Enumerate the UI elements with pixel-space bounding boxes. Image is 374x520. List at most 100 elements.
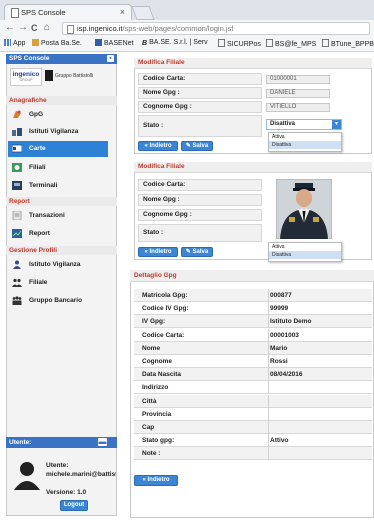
battistolli-emblem-icon [45,70,53,81]
detail-row: Città [134,394,372,408]
sidebar-item-transazioni[interactable]: Transazioni [8,208,108,224]
sidebar-item-filiali[interactable]: Filiali [8,160,108,176]
bookmark-posta[interactable]: Posta Ba.Se. [32,39,82,47]
page-info-icon [67,25,74,34]
bookmark-apps[interactable]: App [4,39,25,47]
detail-label: Provincia [142,410,172,418]
option-attiva[interactable]: Attiva [269,133,341,141]
base-logo-icon: B [142,40,148,47]
back-button-1[interactable]: « Indietro [138,141,178,151]
column-divider [268,302,269,316]
label-cognome-gpg-2: Cognome Gpg : [138,209,262,221]
option-attiva-2[interactable]: Attiva [269,243,341,251]
column-divider [268,394,269,408]
user-panel-header: Utente: ▬ [6,437,117,448]
reload-icon[interactable]: C [31,23,38,33]
page-icon [11,8,19,18]
detail-label: Nome [142,344,161,352]
detail-label: Data Nascita [142,371,182,379]
back-icon[interactable]: ← [5,22,15,33]
browser-tab[interactable]: SPS Console × [4,4,132,20]
bookmark-base-srl[interactable]: B BA.SE. S.r.l. | Serv [142,39,208,47]
detail-row: Matricola Gpg: 000877 [134,289,372,302]
page-icon [218,39,225,47]
detail-value: 000877 [270,292,292,299]
detail-back-button[interactable]: « Indietro [134,475,178,486]
save-button-1[interactable]: ✎ Salva [181,141,213,151]
minimize-icon[interactable]: ▬ [98,438,107,446]
ingenico-logo: ingenico GROUP [10,68,42,86]
nome-gpg-field[interactable]: DANIELE [266,89,330,98]
back-button-2[interactable]: « Indietro [138,247,178,257]
section-report: Report [6,197,117,206]
forward-icon[interactable]: → [18,22,28,33]
terminal-icon [12,181,22,190]
detail-row: Data Nascita 08/04/2016 [134,368,372,382]
column-divider [268,355,269,368]
detail-value: 00001003 [270,331,299,339]
stato-select[interactable]: Disattiva ▼ [266,119,342,130]
column-divider [268,289,269,302]
sidebar-item-filiale[interactable]: Filiale [8,275,108,291]
detail-row: Cap [134,421,372,434]
column-divider [268,341,269,355]
option-disattiva-2[interactable]: Disattiva [269,251,341,259]
guard-icon [13,260,21,269]
edit-panel-2-title: Modifica Filiale [134,162,372,173]
label-nome-gpg-2: Nome Gpg : [138,194,262,206]
logout-button[interactable]: Logout [60,500,88,511]
label-nome-gpg: Nome Gpg : [138,87,262,99]
sidebar-item-istituto-vigilanza[interactable]: Istituto Vigilanza [8,257,108,273]
branch-icon [12,163,22,172]
detail-row: Nome Mario [134,341,372,355]
collapse-icon[interactable]: ▪ [107,55,114,62]
bookmark-sicurpos[interactable]: SICURPos [218,39,261,48]
page-icon [322,39,329,47]
column-divider [268,421,269,434]
bookmark-basenet[interactable]: BASENet [95,39,134,47]
label-stato: Stato : [138,115,262,137]
cognome-gpg-field[interactable]: VITIELLO [266,103,330,112]
home-icon[interactable]: ⌂ [44,22,50,33]
label-cognome-gpg: Cognome Gpg : [138,101,262,113]
sidebar-item-terminali[interactable]: Terminali [8,178,108,194]
user-email: michele.marini@battisto [46,471,116,478]
tab-close-icon[interactable]: × [120,7,125,17]
stato-dropdown-list: Attiva Disattiva [268,132,342,152]
detail-label: Indirizzo [142,384,169,392]
detail-row: Indirizzo [134,381,372,395]
sidebar-item-istituti-vigilanza[interactable]: Istituti Vigilanza [8,124,108,140]
detail-label: IV Gpg: [142,318,166,326]
detail-label: Stato gpg: [142,437,175,445]
url-path: /sps-web/pages/common/login.jsf [122,24,234,33]
label-codice-carta-2: Codice Carta: [138,179,262,191]
apps-icon [4,39,11,46]
save-button-2[interactable]: ✎ Salva [181,247,213,257]
detail-label: Cap [142,424,155,431]
battistolli-logo: Gruppo Battistolli [55,73,94,79]
detail-value: 99999 [270,305,289,313]
chevron-down-icon[interactable]: ▼ [332,120,341,129]
column-divider [268,407,269,421]
option-disattiva[interactable]: Disattiva [269,141,341,149]
card-icon [12,144,22,153]
address-bar[interactable]: isp.ingenico.it/sps-web/pages/common/log… [62,22,370,35]
sidebar-item-report[interactable]: Report [8,226,108,242]
bookmark-bsafe[interactable]: BS@fe_MPS [266,39,316,48]
detail-label: Note : [142,450,161,458]
stato-dropdown-list-2: Attiva Disattiva [268,242,342,262]
section-gestione-profili: Gestione Profili [6,246,117,255]
basenet-icon [95,39,102,46]
bookmark-btune[interactable]: BTune_BPPB [322,39,374,48]
column-divider [268,368,269,382]
sidebar-item-gpg[interactable]: GpG [8,107,108,123]
detail-label: Cognome [142,358,172,365]
column-divider [268,315,269,329]
report-chart-icon [12,229,22,238]
detail-row: IV Gpg: Istituto Demo [134,315,372,329]
sidebar-item-gruppo-bancario[interactable]: Gruppo Bancario [8,293,108,309]
codice-carta-field[interactable]: 01000001 [266,75,330,84]
detail-value: Istituto Demo [270,318,312,326]
detail-value: Attivo [270,437,289,445]
sidebar-item-carte[interactable]: Carte [8,141,108,157]
